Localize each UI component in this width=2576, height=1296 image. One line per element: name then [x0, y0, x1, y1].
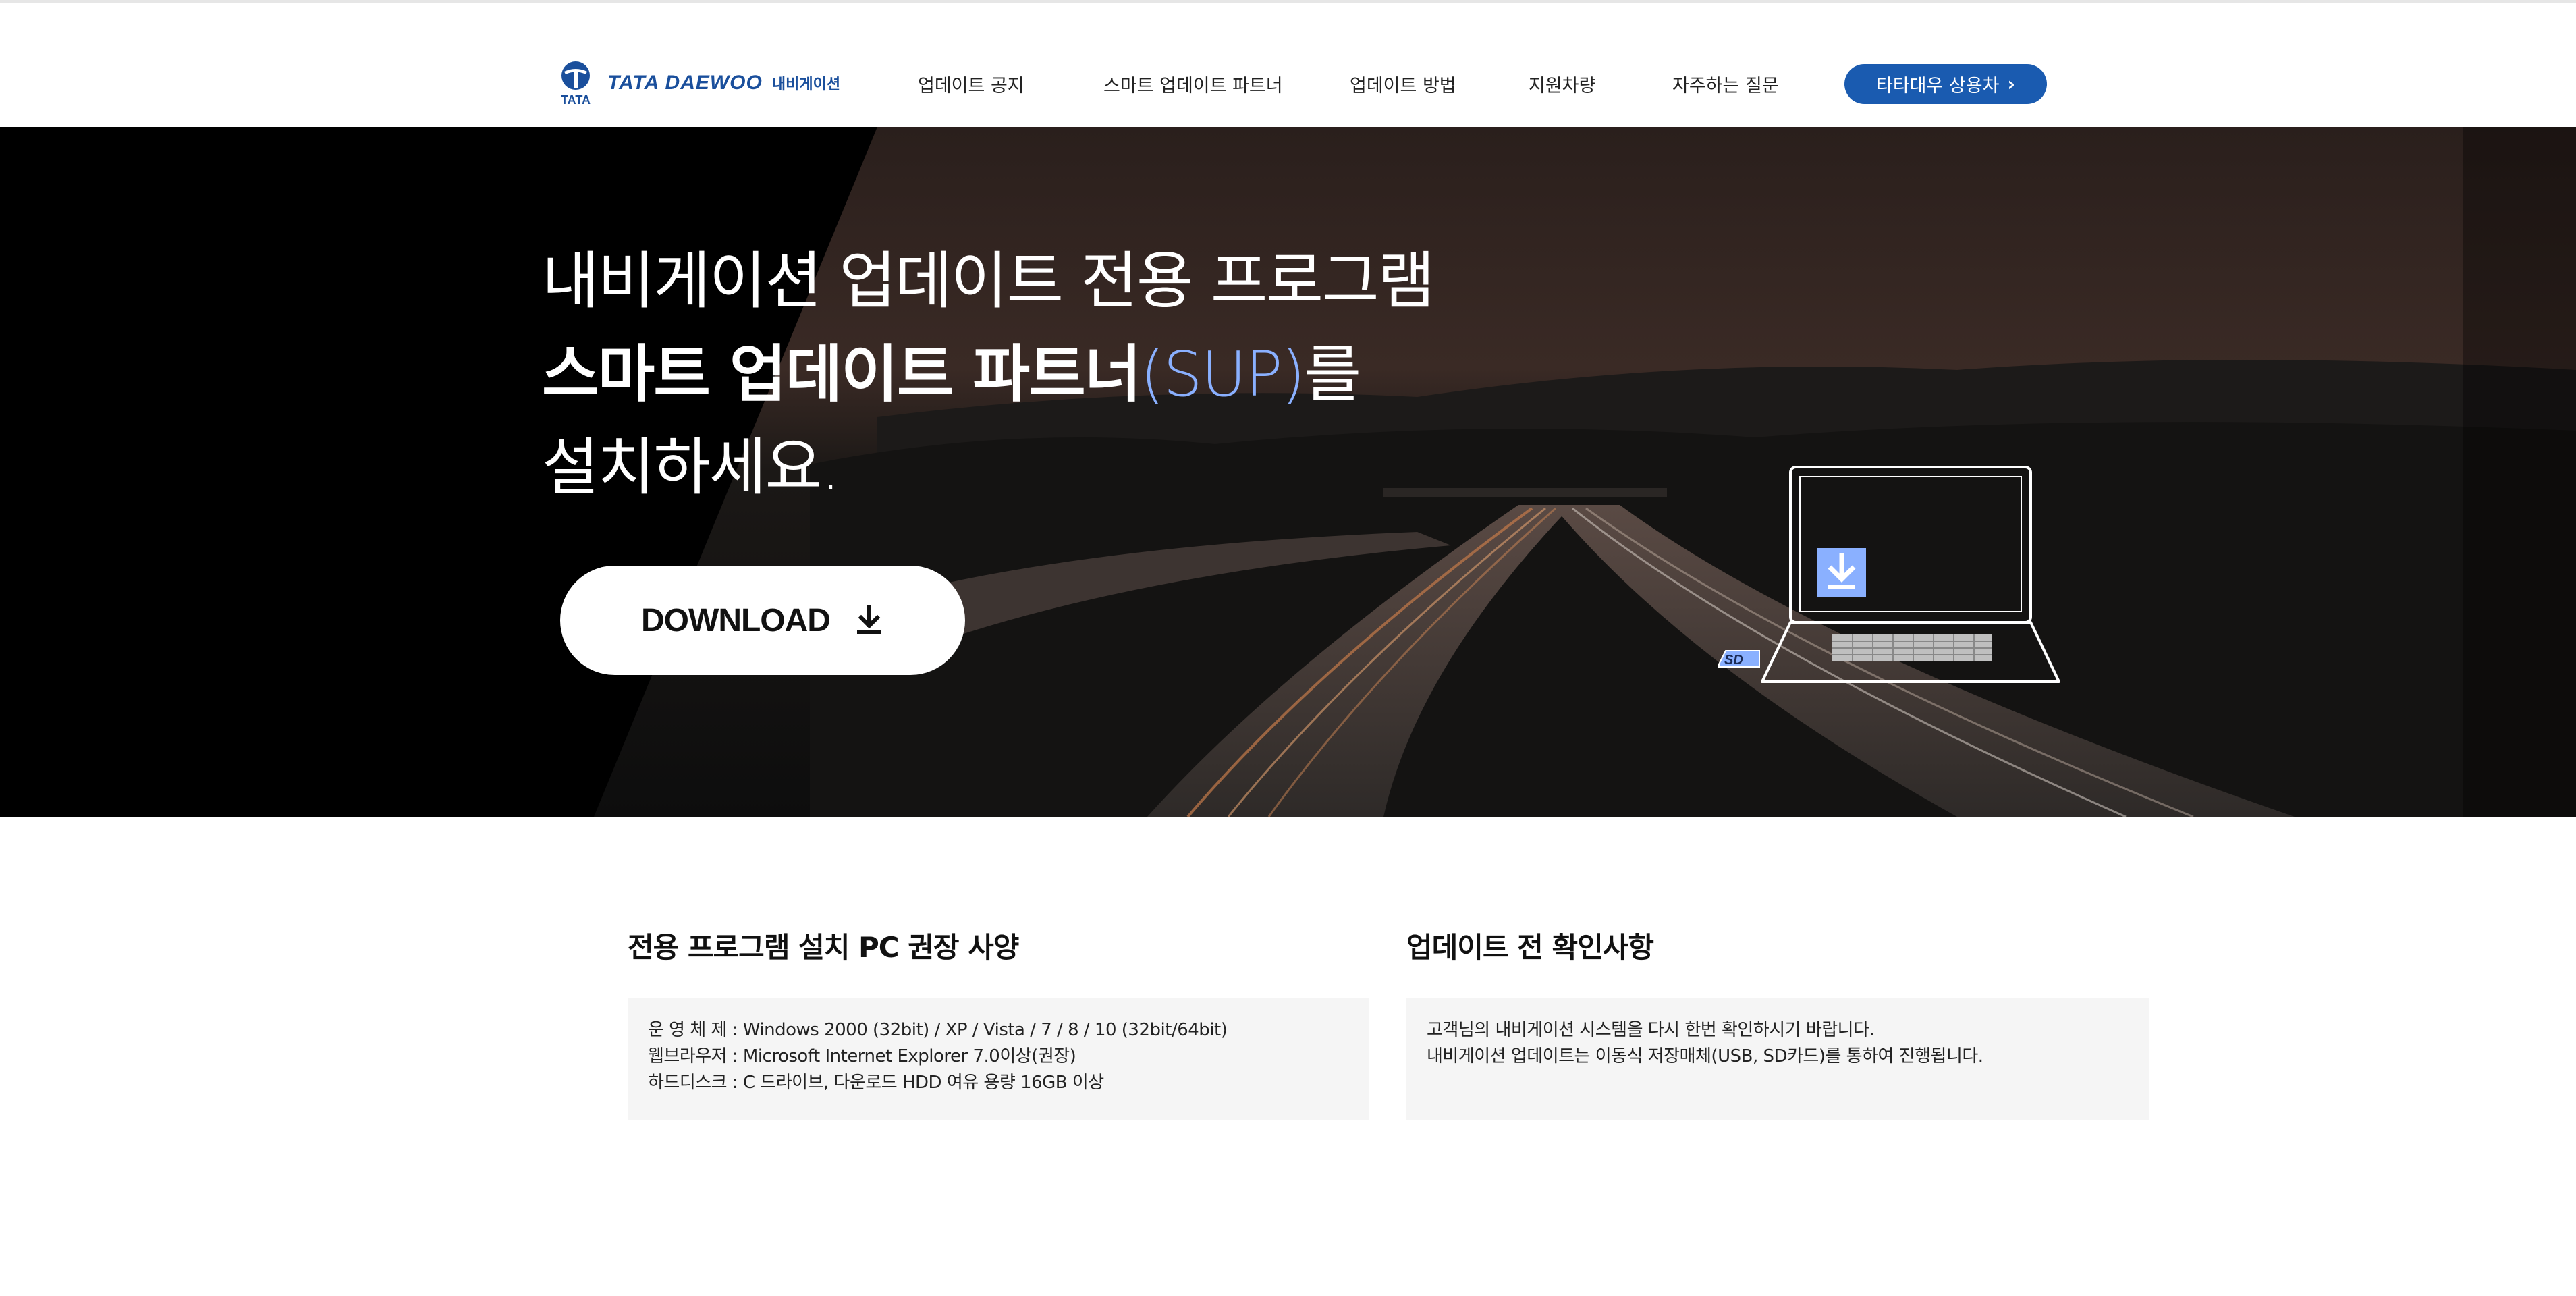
pre-update-check-section: 업데이트 전 확인사항 고객님의 내비게이션 시스템을 다시 한번 확인하시기 … [1406, 925, 2149, 1120]
chevron-right-icon: › [2007, 73, 2015, 95]
hero-line-2-tail: 를 [1304, 338, 1361, 410]
tata-daewoo-logo[interactable]: TATA TATA DAEWOO 내비게이션 [555, 61, 840, 105]
nav-item-update-method[interactable]: 업데이트 방법 [1350, 71, 1456, 97]
pc-specs-title: 전용 프로그램 설치 PC 권장 사양 [628, 931, 1019, 964]
sd-card-icon: SD [1718, 650, 1760, 668]
tata-logo-mark-icon: TATA [555, 61, 597, 105]
laptop-icon: SD [1718, 464, 2068, 694]
notice-line-1: 고객님의 내비게이션 시스템을 다시 한번 확인하시기 바랍니다. [1427, 1020, 1875, 1040]
nav-item-supported-vehicles[interactable]: 지원차량 [1529, 71, 1595, 97]
nav-item-smart-update-partner[interactable]: 스마트 업데이트 파트너 [1103, 71, 1283, 97]
hero-line-2: 스마트 업데이트 파트너(SUP)를 [542, 328, 1433, 421]
tata-daewoo-commercial-button[interactable]: 타타대우 상용차 › [1844, 64, 2047, 104]
logo-subtitle: 내비게이션 [771, 76, 841, 93]
hero-line-1: 내비게이션 업데이트 전용 프로그램 [542, 245, 1435, 317]
logo-wordmark: TATA DAEWOO [607, 72, 763, 94]
download-button[interactable]: DOWNLOAD [560, 566, 965, 675]
hero-headline: 내비게이션 업데이트 전용 프로그램 스마트 업데이트 파트너(SUP)를 설치… [542, 235, 1435, 514]
download-label: DOWNLOAD [641, 602, 831, 639]
spec-line-harddisk: 하드디스크 : C 드라이브, 다운로드 HDD 여유 용량 16GB 이상 [648, 1073, 1104, 1093]
spec-line-os: 운 영 체 제 : Windows 2000 (32bit) / XP / Vi… [648, 1020, 1228, 1040]
site-header: TATA TATA DAEWOO 내비게이션 업데이트 공지 스마트 업데이트 … [0, 0, 2576, 127]
notice-line-2: 내비게이션 업데이트는 이동식 저장매체(USB, SD카드)를 통하여 진행됩… [1427, 1046, 1983, 1066]
hero-line-3: 설치하세요. [542, 431, 840, 504]
spec-line-browser: 웹브라우저 : Microsoft Internet Explorer 7.0이… [648, 1046, 1076, 1066]
pre-update-check-title: 업데이트 전 확인사항 [1406, 931, 1654, 964]
nav-item-update-notice[interactable]: 업데이트 공지 [918, 71, 1024, 97]
sd-card-label: SD [1724, 653, 1743, 668]
nav-item-faq[interactable]: 자주하는 질문 [1672, 71, 1779, 97]
hero-line-2-accent: (SUP) [1140, 338, 1305, 410]
cta-label: 타타대우 상용차 [1875, 76, 2000, 97]
hero-banner: 내비게이션 업데이트 전용 프로그램 스마트 업데이트 파트너(SUP)를 설치… [0, 127, 2576, 817]
pc-specs-box: 운 영 체 제 : Windows 2000 (32bit) / XP / Vi… [628, 998, 1369, 1120]
hero-line-2-main: 스마트 업데이트 파트너 [542, 338, 1141, 410]
pc-specs-section: 전용 프로그램 설치 PC 권장 사양 운 영 체 제 : Windows 20… [628, 925, 1369, 1120]
download-icon [854, 605, 884, 636]
logo-mark-text: TATA [561, 93, 591, 105]
pre-update-check-box: 고객님의 내비게이션 시스템을 다시 한번 확인하시기 바랍니다. 내비게이션 … [1406, 998, 2149, 1120]
